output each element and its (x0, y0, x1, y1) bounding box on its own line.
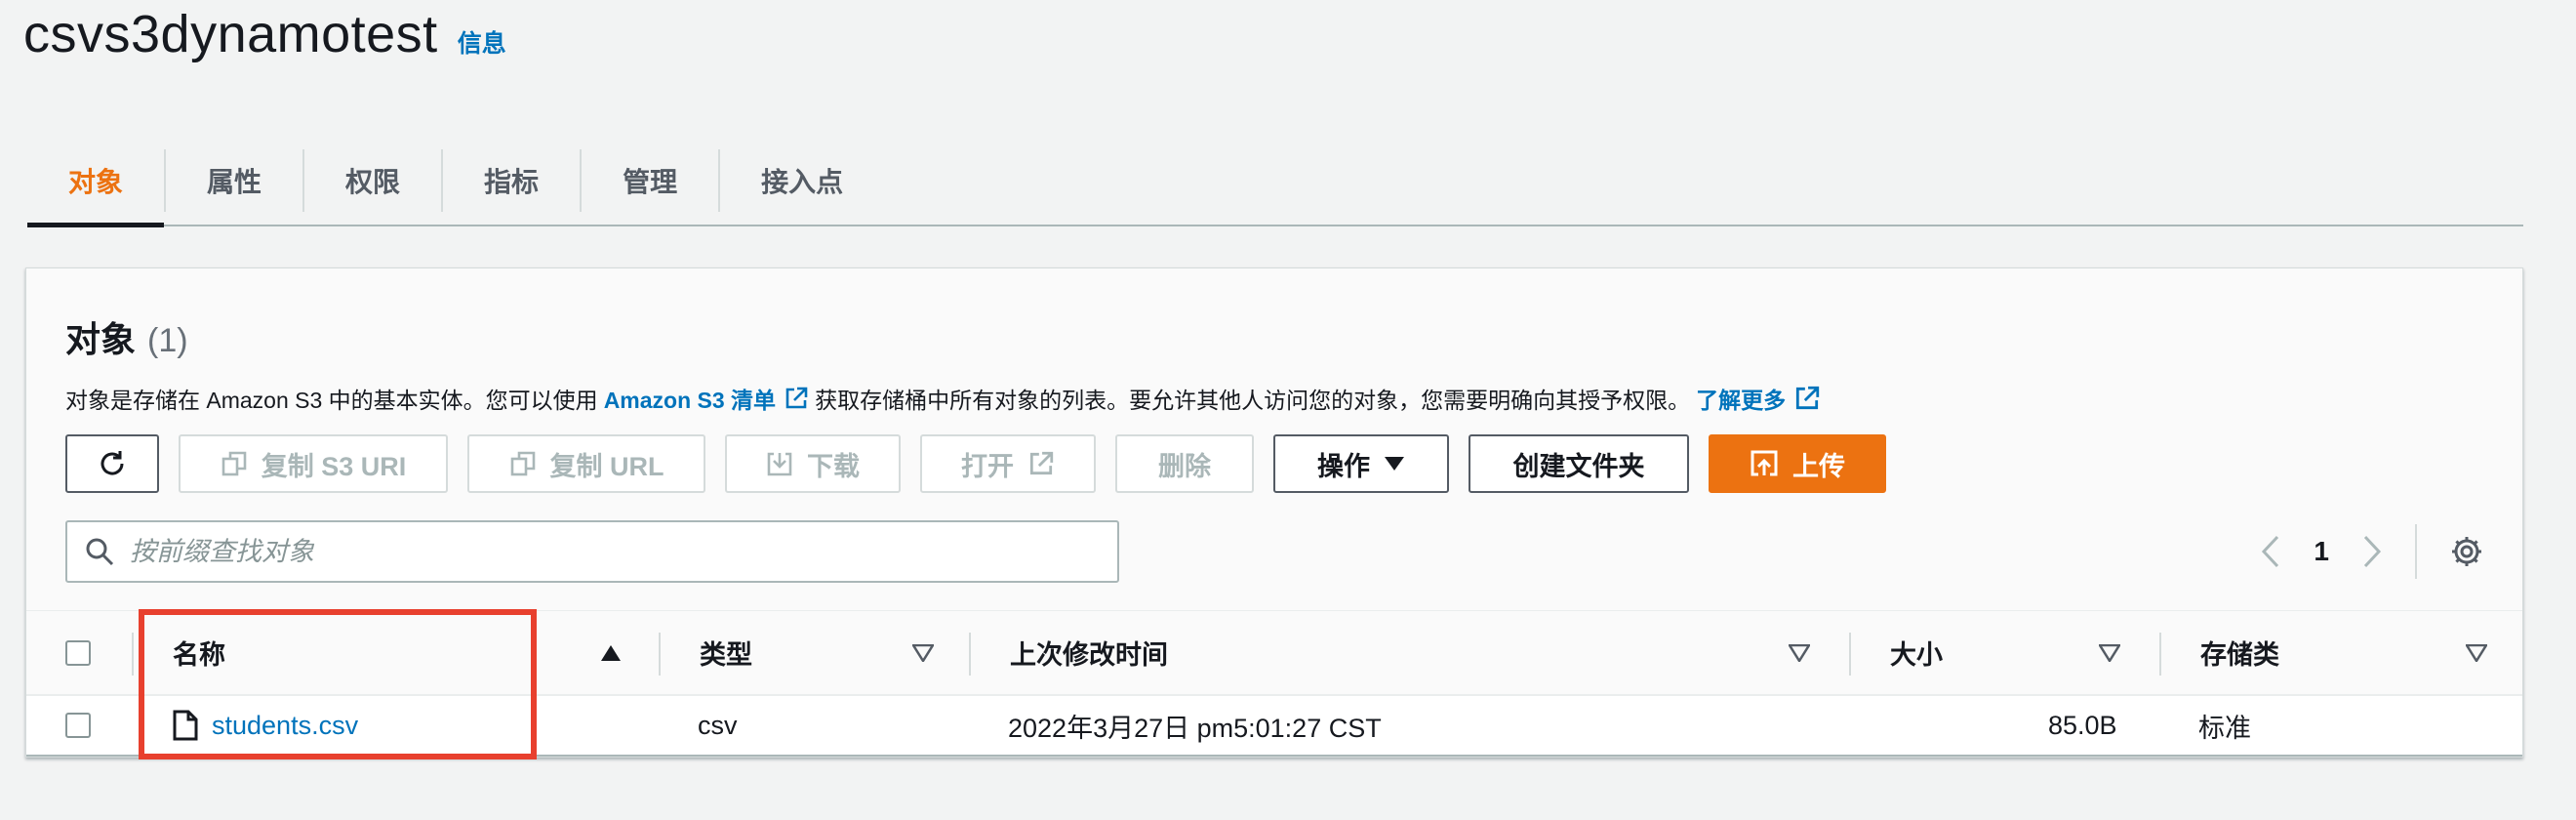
column-separator (132, 633, 134, 676)
inventory-link-label: Amazon S3 清单 (603, 388, 777, 413)
search-box (65, 520, 1119, 583)
info-link[interactable]: 信息 (458, 24, 506, 60)
tab-bar: 对象 属性 权限 指标 管理 接入点 (27, 137, 2523, 227)
panel-header: 对象 (1) (65, 311, 188, 362)
copy-s3-uri-label: 复制 S3 URI (261, 451, 407, 481)
column-header-storage-class[interactable]: 存储类 (2200, 611, 2279, 694)
download-button[interactable]: 下载 (725, 434, 901, 493)
actions-label: 操作 (1317, 451, 1370, 481)
copy-icon (221, 451, 247, 476)
external-link-icon (1795, 386, 1820, 410)
upload-label: 上传 (1792, 451, 1845, 481)
row-checkbox[interactable] (65, 713, 91, 738)
search-input[interactable] (130, 536, 1067, 567)
chevron-left-icon[interactable] (2261, 535, 2280, 568)
sort-ascending-icon[interactable] (600, 611, 622, 694)
size-cell: 85.0B (2048, 710, 2117, 740)
actions-dropdown[interactable]: 操作 (1273, 434, 1449, 493)
learn-more-label: 了解更多 (1696, 388, 1787, 413)
tab-permissions[interactable]: 权限 (304, 149, 444, 212)
settings-gear-icon[interactable] (2450, 535, 2483, 568)
object-count: (1) (147, 322, 188, 359)
caret-down-icon (1385, 457, 1404, 471)
external-link-icon (1029, 451, 1054, 475)
description-text-2: 获取存储桶中所有对象的列表。要允许其他人访问您的对象，您需要明确向其授予权限。 (815, 388, 1691, 413)
type-cell: csv (698, 710, 738, 740)
delete-label: 删除 (1158, 451, 1211, 481)
sort-icon[interactable] (1789, 611, 1810, 694)
open-button[interactable]: 打开 (920, 434, 1096, 493)
column-separator (1849, 633, 1851, 676)
tab-management[interactable]: 管理 (582, 149, 721, 212)
open-label: 打开 (961, 451, 1014, 481)
copy-s3-uri-button[interactable]: 复制 S3 URI (179, 434, 448, 493)
chevron-right-icon[interactable] (2362, 535, 2382, 568)
highlight-box (139, 609, 537, 759)
create-folder-label: 创建文件夹 (1512, 451, 1645, 481)
tab-access-points[interactable]: 接入点 (720, 149, 884, 212)
search-icon (86, 538, 114, 566)
copy-icon (510, 451, 535, 476)
column-header-last-modified[interactable]: 上次修改时间 (1010, 611, 1168, 694)
column-separator (2159, 633, 2161, 676)
pager-divider (2415, 524, 2417, 579)
sort-icon[interactable] (2466, 611, 2487, 694)
column-header-size[interactable]: 大小 (1890, 611, 1943, 694)
copy-url-button[interactable]: 复制 URL (467, 434, 705, 493)
tab-properties[interactable]: 属性 (166, 149, 305, 212)
download-label: 下载 (807, 451, 860, 481)
sort-icon[interactable] (2099, 611, 2120, 694)
last-modified-cell: 2022年3月27日 pm5:01:27 CST (1008, 713, 1382, 743)
storage-class-cell: 标准 (2198, 713, 2251, 743)
column-separator (659, 633, 661, 676)
external-link-icon (785, 387, 808, 409)
tab-objects[interactable]: 对象 (27, 149, 167, 227)
refresh-button[interactable] (65, 434, 159, 493)
description-text-1: 对象是存储在 Amazon S3 中的基本实体。您可以使用 (65, 388, 598, 413)
column-header-type[interactable]: 类型 (700, 611, 752, 694)
refresh-icon (101, 451, 124, 475)
delete-button[interactable]: 删除 (1115, 434, 1254, 493)
page-number[interactable]: 1 (2314, 536, 2329, 567)
sort-icon[interactable] (912, 611, 934, 694)
copy-url-label: 复制 URL (549, 451, 664, 481)
select-all-cell (65, 611, 91, 694)
row-select-cell (65, 696, 91, 755)
tab-metrics[interactable]: 指标 (443, 149, 583, 212)
bucket-title: csvs3dynamotest (23, 5, 438, 63)
download-icon (767, 452, 792, 476)
learn-more-link[interactable]: 了解更多 (1696, 382, 1821, 415)
pagination: 1 (2261, 520, 2483, 583)
select-all-checkbox[interactable] (65, 639, 91, 666)
page-header: csvs3dynamotest 信息 (23, 4, 506, 64)
column-separator (969, 633, 971, 676)
panel-description: 对象是存储在 Amazon S3 中的基本实体。您可以使用 Amazon S3 … (65, 382, 1827, 415)
upload-icon (1751, 450, 1778, 476)
toolbar: 复制 S3 URI 复制 URL 下载 打开 删除 操作 创建文件夹 上传 (65, 434, 1886, 493)
create-folder-button[interactable]: 创建文件夹 (1469, 434, 1689, 493)
inventory-link[interactable]: Amazon S3 清单 (604, 382, 809, 415)
panel-title: 对象 (65, 319, 137, 359)
upload-button[interactable]: 上传 (1709, 434, 1886, 493)
